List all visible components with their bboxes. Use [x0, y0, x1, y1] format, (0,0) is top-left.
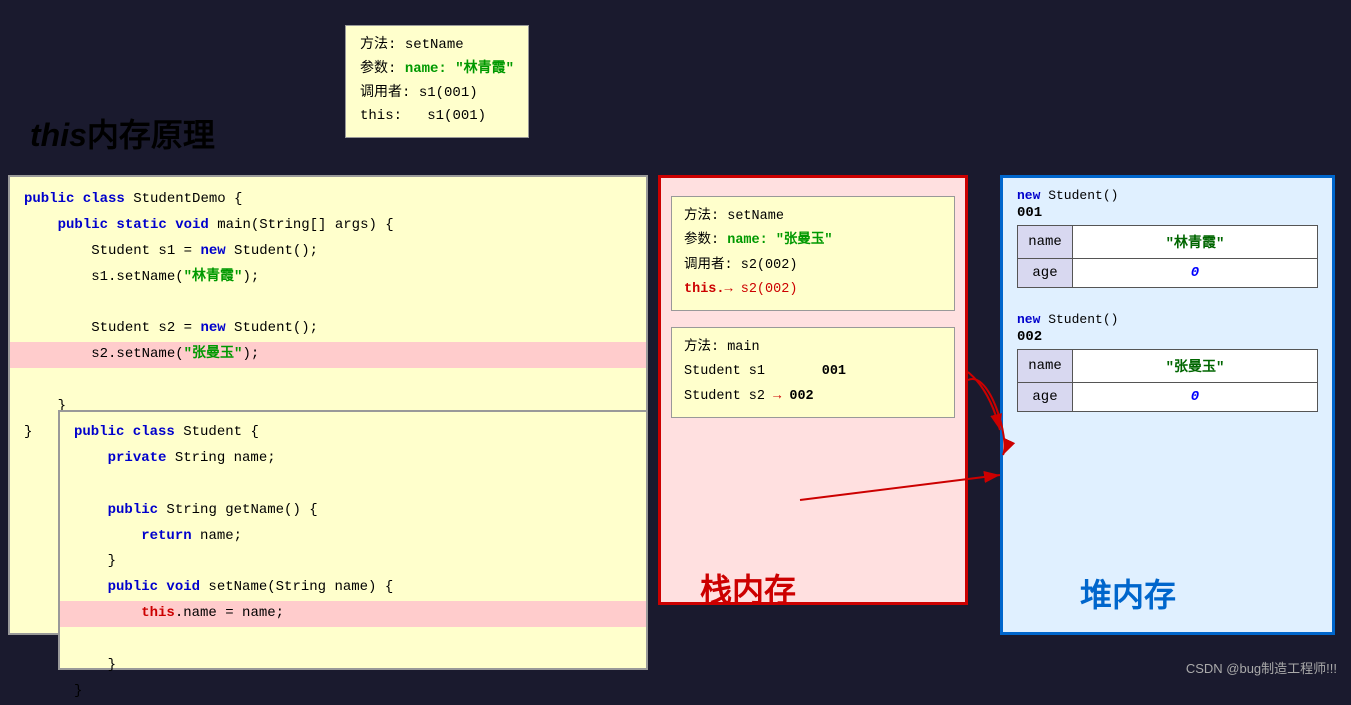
heap-obj1-id: 001	[1017, 205, 1318, 221]
heap-obj1-title: new Student()	[1017, 188, 1318, 203]
tooltip-method-value: setName	[405, 37, 464, 53]
stack-s2-value: 002	[789, 389, 813, 404]
heap-obj1-name-label: name	[1018, 226, 1073, 259]
heap-obj2-table: name "张曼玉" age 0	[1017, 349, 1318, 412]
watermark: CSDN @bug制造工程师!!!	[1186, 658, 1337, 677]
heap-panel: new Student() 001 name "林青霞" age 0 new S…	[1000, 175, 1335, 635]
heap-obj2-title: new Student()	[1017, 312, 1318, 327]
tooltip-box: 方法: setName 参数: name: "林青霞" 调用者: s1(001)…	[345, 25, 529, 138]
stack-method-value: setName	[727, 209, 784, 224]
heap-obj2-name-label: name	[1018, 350, 1073, 383]
stack-frame-main: 方法: main Student s1 001 Student s2 → 002	[671, 327, 955, 418]
stack-s2-label: Student s2	[684, 389, 765, 404]
heap-obj1-name-value: "林青霞"	[1073, 226, 1318, 259]
stack-panel: 方法: setName 参数: name: "张曼玉" 调用者: s2(002)…	[658, 175, 968, 605]
stack-caller-value: s2(002)	[741, 258, 798, 273]
heap-obj2-name-value: "张曼玉"	[1073, 350, 1318, 383]
heap-label: 堆内存	[1080, 570, 1176, 616]
heap-object-002: new Student() 002 name "张曼玉" age 0	[1017, 312, 1318, 412]
title-this: this	[30, 117, 87, 153]
tooltip-param-label: 参数:	[360, 61, 396, 77]
stack-s1-label: Student s1	[684, 364, 765, 379]
page-title: this内存原理	[30, 110, 215, 156]
tooltip-method-label: 方法:	[360, 37, 396, 53]
heap-object-001: new Student() 001 name "林青霞" age 0	[1017, 188, 1318, 288]
heap-obj1-age-label: age	[1018, 259, 1073, 288]
stack-caller-label: 调用者:	[684, 258, 733, 273]
stack-method-label: 方法:	[684, 209, 719, 224]
stack-param-label: 参数:	[684, 233, 719, 248]
title-rest: 内存原理	[87, 117, 215, 153]
tooltip-this-value: s1(001)	[427, 108, 486, 124]
heap-obj2-age-value: 0	[1073, 383, 1318, 412]
stack-main-label: 方法: main	[684, 340, 760, 355]
stack-param-value: name: "张曼玉"	[727, 233, 832, 248]
main-container: this内存原理 方法: setName 参数: name: "林青霞" 调用者…	[0, 0, 1351, 685]
tooltip-this-label: this:	[360, 108, 402, 124]
stack-this-label: this.	[684, 282, 725, 297]
heap-obj1-age-value: 0	[1073, 259, 1318, 288]
stack-s1-value: 001	[822, 364, 846, 379]
stack-frame-setname: 方法: setName 参数: name: "张曼玉" 调用者: s2(002)…	[671, 196, 955, 311]
heap-obj1-table: name "林青霞" age 0	[1017, 225, 1318, 288]
stack-label: 栈内存	[700, 565, 796, 611]
tooltip-caller-value: s1(001)	[419, 85, 478, 101]
heap-obj2-age-label: age	[1018, 383, 1073, 412]
code-panel-student: public class Student { private String na…	[58, 410, 648, 670]
tooltip-caller-label: 调用者:	[360, 85, 410, 101]
tooltip-param-value: name: "林青霞"	[405, 61, 514, 77]
heap-obj2-id: 002	[1017, 329, 1318, 345]
